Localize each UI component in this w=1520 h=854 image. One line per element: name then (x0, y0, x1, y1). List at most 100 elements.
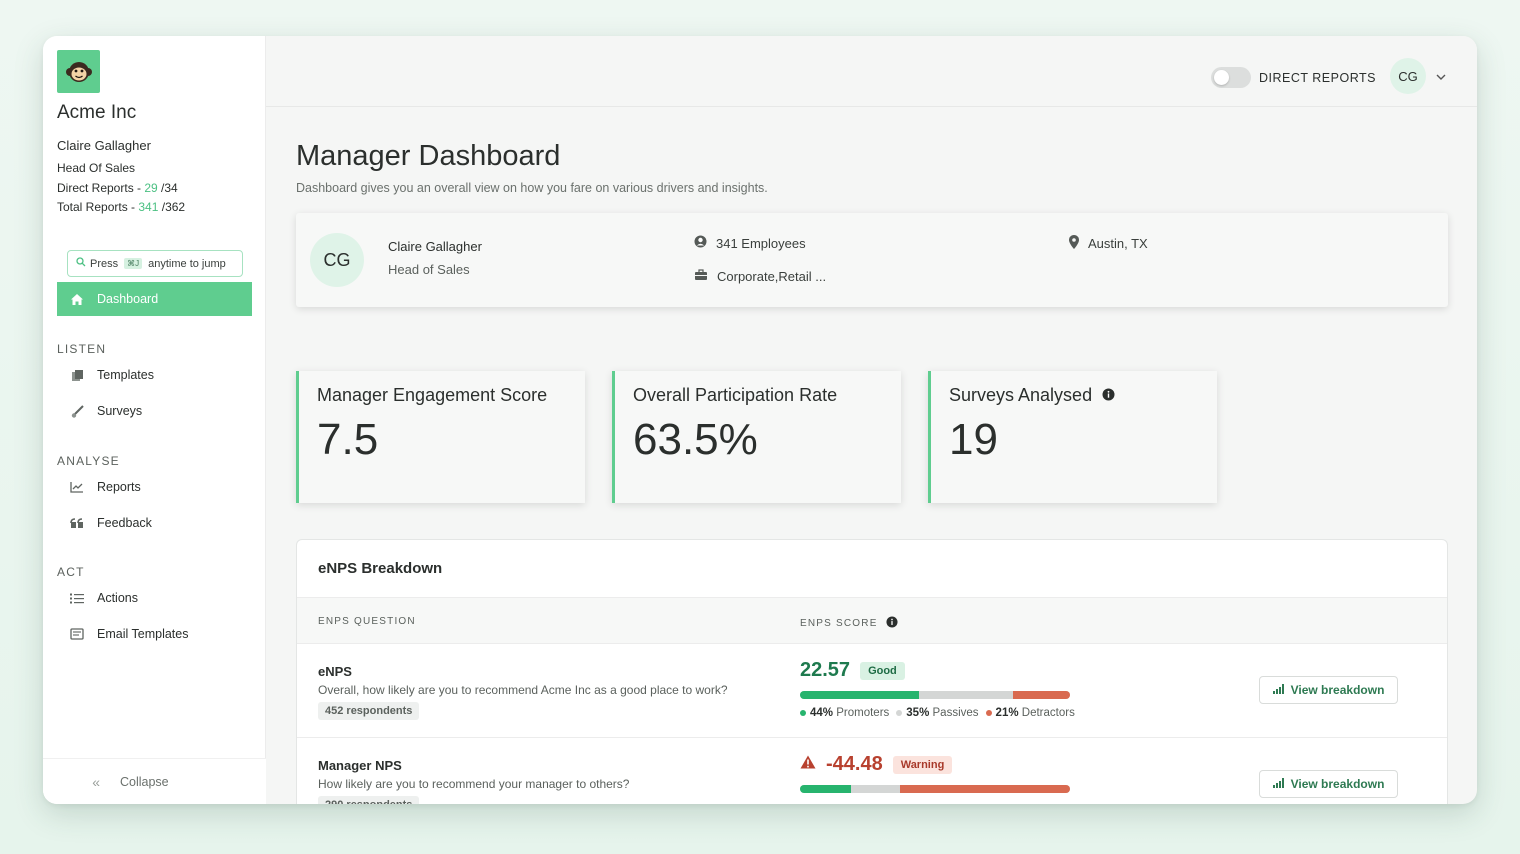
page-subtitle: Dashboard gives you an overall view on h… (296, 181, 768, 195)
top-bar: DIRECT REPORTS CG (266, 36, 1477, 107)
score-value: -44.48 (826, 753, 883, 775)
page-title: Manager Dashboard (296, 140, 561, 172)
section-analyse: ANALYSE (57, 454, 120, 468)
sidebar-item-reports[interactable]: Reports (57, 472, 252, 502)
direct-reports-toggle-label: DIRECT REPORTS (1259, 71, 1376, 85)
profile-location-text: Austin, TX (1088, 236, 1148, 251)
total-reports-label: Total Reports - (57, 200, 139, 214)
profile-employees: 341 Employees (694, 235, 806, 251)
promoters-pct: 44% (810, 707, 834, 719)
direct-reports-toggle[interactable] (1211, 67, 1251, 88)
respondents-badge: 290 respondents (318, 796, 420, 804)
kpi-value: 19 (949, 415, 998, 464)
jump-shortcut: ⌘J (124, 258, 143, 269)
warning-triangle-icon (800, 755, 816, 774)
kpi-participation-rate: Overall Participation Rate 63.5% (612, 371, 901, 503)
enps-table-header: ENPS QUESTION ENPS SCORE (297, 597, 1447, 644)
promoters-segment (800, 691, 919, 699)
search-icon (76, 257, 86, 270)
col-header-question: ENPS QUESTION (318, 616, 416, 627)
passives-segment (851, 785, 900, 793)
passives-segment (918, 691, 1014, 699)
kpi-label: Surveys Analysed (949, 385, 1093, 405)
sidebar-item-label: Feedback (97, 516, 152, 530)
detractors-segment (899, 785, 1070, 793)
user-role: Head Of Sales (57, 161, 136, 175)
profile-role: Head of Sales (388, 262, 470, 277)
total-reports: Total Reports - 341 /362 (57, 200, 185, 214)
toggle-knob (1214, 70, 1229, 85)
user-avatar-button[interactable]: CG (1390, 58, 1426, 94)
promoters-label: Promoters (836, 707, 890, 719)
sidebar-item-label: Templates (97, 368, 154, 382)
copy-icon (57, 369, 97, 382)
sidebar-item-feedback[interactable]: Feedback (57, 508, 252, 538)
chart-line-icon (57, 481, 97, 493)
kpi-value: 7.5 (317, 415, 379, 464)
org-name: Acme Inc (57, 102, 137, 123)
sidebar-item-dashboard[interactable]: Dashboard (57, 282, 252, 316)
sidebar-item-label: Dashboard (97, 292, 159, 306)
sidebar-item-actions[interactable]: Actions (57, 583, 252, 613)
direct-reports-total: /34 (157, 181, 178, 195)
status-badge: Good (860, 661, 905, 680)
enps-distribution-bar (800, 785, 1070, 793)
table-row: Manager NPS How likely are you to recomm… (297, 738, 1447, 804)
quote-icon (57, 517, 97, 529)
passives-label: Passives (932, 707, 979, 719)
enps-score: -44.48 Warning (800, 753, 953, 776)
jump-search[interactable]: Press ⌘J anytime to jump (67, 250, 243, 277)
sidebar: Acme Inc Claire Gallagher Head Of Sales … (43, 36, 266, 804)
view-breakdown-button[interactable]: View breakdown (1259, 676, 1398, 704)
sidebar-item-email-templates[interactable]: Email Templates (57, 619, 252, 649)
enps-title: eNPS Breakdown (318, 560, 443, 577)
detractors-label: Detractors (1021, 707, 1075, 719)
question-name: eNPS (318, 664, 352, 679)
sidebar-item-label: Actions (97, 591, 138, 605)
monkey-logo-icon[interactable] (57, 50, 100, 93)
profile-location: Austin, TX (1069, 235, 1148, 252)
total-reports-total: /362 (158, 200, 186, 214)
profile-departments-text: Corporate,Retail ... (717, 269, 827, 284)
jump-rest-text: anytime to jump (148, 257, 226, 270)
col-header-score-label: ENPS SCORE (800, 618, 878, 629)
map-pin-icon (1069, 235, 1079, 252)
view-breakdown-label: View breakdown (1290, 683, 1385, 697)
user-circle-icon (694, 235, 707, 251)
section-listen: LISTEN (57, 342, 107, 356)
kpi-label-row: Surveys Analysed (949, 385, 1115, 406)
double-chevron-left-icon: « (92, 773, 100, 790)
jump-press-text: Press (90, 257, 119, 270)
enps-score: 22.57 Good (800, 659, 905, 682)
detractors-segment (1013, 691, 1070, 699)
direct-reports: Direct Reports - 29 /34 (57, 181, 178, 195)
sidebar-item-label: Surveys (97, 404, 143, 418)
profile-name: Claire Gallagher (388, 239, 482, 254)
direct-reports-count: 29 (144, 181, 158, 195)
user-name: Claire Gallagher (57, 138, 151, 153)
view-breakdown-button[interactable]: View breakdown (1259, 770, 1398, 798)
kpi-surveys-analysed: Surveys Analysed 19 (928, 371, 1217, 503)
home-icon (57, 293, 97, 306)
app-window: Acme Inc Claire Gallagher Head Of Sales … (43, 36, 1477, 804)
avatar: CG (310, 233, 364, 287)
total-reports-count: 341 (138, 200, 159, 214)
info-icon[interactable] (1102, 385, 1115, 406)
sidebar-item-templates[interactable]: Templates (57, 360, 252, 390)
kpi-engagement-score: Manager Engagement Score 7.5 (296, 371, 585, 503)
kpi-value: 63.5% (633, 415, 758, 464)
profile-employees-text: 341 Employees (716, 235, 806, 251)
detractors-dot-icon (985, 709, 992, 716)
sidebar-item-surveys[interactable]: Surveys (57, 396, 252, 426)
chevron-down-icon[interactable] (1436, 70, 1446, 84)
briefcase-icon (694, 269, 708, 284)
kpi-label: Overall Participation Rate (633, 385, 838, 405)
collapse-button[interactable]: « Collapse (43, 758, 266, 804)
question-text: How likely are you to recommend your man… (318, 777, 630, 791)
info-icon[interactable] (886, 616, 898, 631)
list-icon (57, 593, 97, 604)
enps-distribution-bar (800, 691, 1070, 699)
detractors-pct: 21% (995, 707, 1019, 719)
sidebar-item-label: Reports (97, 480, 141, 494)
promoters-dot-icon (800, 709, 806, 716)
